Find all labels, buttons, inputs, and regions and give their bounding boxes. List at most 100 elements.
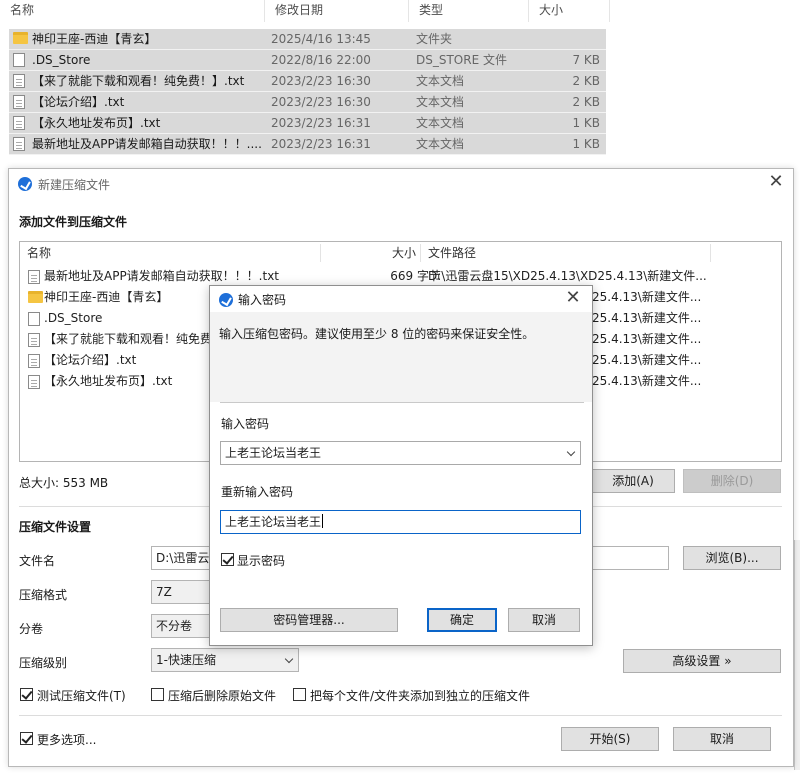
column-date[interactable]: 修改日期	[265, 0, 409, 22]
file-row[interactable]: .DS_Store 2022/8/16 22:00 DS_STORE 文件 7 KB	[9, 50, 606, 71]
list-item-path: 25.4.13\新建文件...	[592, 290, 702, 304]
file-date: 2022/8/16 22:00	[271, 53, 371, 67]
text-file-icon	[28, 375, 40, 389]
column-separator	[420, 244, 421, 262]
app-logo-icon	[219, 293, 233, 307]
file-name: .DS_Store	[32, 53, 91, 67]
window-title: 新建压缩文件	[38, 178, 111, 192]
dialog-title: 输入密码	[238, 293, 287, 307]
file-date: 2023/2/23 16:31	[271, 137, 371, 151]
format-label: 压缩格式	[19, 588, 68, 602]
filename-label: 文件名	[19, 554, 56, 568]
settings-section-title: 压缩文件设置	[19, 520, 92, 534]
chevron-down-icon[interactable]	[566, 447, 576, 457]
file-type: 文本文档	[416, 95, 465, 109]
file-size: 2 KB	[572, 74, 600, 88]
list-item-name: 最新地址及APP请发邮箱自动获取！！！.txt	[44, 269, 280, 283]
list-column-name[interactable]: 名称	[27, 242, 51, 264]
level-select[interactable]: 1-快速压缩	[151, 648, 299, 672]
reenter-password-input[interactable]: 上老王论坛当老王	[220, 510, 581, 534]
list-item-path: 25.4.13\新建文件...	[592, 332, 702, 346]
window-titlebar[interactable]: 新建压缩文件 ✕	[9, 169, 793, 199]
file-row[interactable]: 神印王座-西迪【青玄】 2025/4/16 13:45 文件夹	[9, 29, 606, 50]
file-row[interactable]: 【永久地址发布页】.txt 2023/2/23 16:31 文本文档 1 KB	[9, 113, 606, 134]
file-type: 文本文档	[416, 116, 465, 130]
cancel-button[interactable]: 取消	[673, 727, 771, 751]
level-label: 压缩级别	[19, 656, 68, 670]
text-file-icon	[13, 74, 25, 88]
reenter-password-label: 重新输入密码	[221, 485, 294, 499]
blank-file-icon	[28, 312, 40, 326]
text-file-icon	[28, 270, 40, 284]
delete-source-label[interactable]: 压缩后删除原始文件	[168, 687, 276, 704]
separate-archives-label[interactable]: 把每个文件/文件夹添加到独立的压缩文件	[310, 687, 530, 704]
file-name: 神印王座-西迪【青玄】	[32, 32, 157, 46]
level-value: 1-快速压缩	[156, 653, 216, 667]
reenter-password-value: 上老王论坛当老王	[225, 515, 322, 529]
file-name: 【永久地址发布页】.txt	[32, 116, 161, 130]
text-file-icon	[13, 137, 25, 151]
list-item-path: 25.4.13\新建文件...	[592, 311, 702, 325]
ok-button[interactable]: 确定	[427, 608, 497, 632]
list-item-name: 【论坛介绍】.txt	[44, 353, 137, 367]
delete-button[interactable]: 删除(D)	[683, 469, 781, 493]
list-item-path: D:\迅雷云盘15\XD25.4.13\XD25.4.13\新建文件...	[428, 269, 707, 283]
file-type: DS_STORE 文件	[416, 53, 507, 67]
file-explorer: 名称 修改日期 类型 大小 神印王座-西迪【青玄】 2025/4/16 13:45…	[0, 0, 800, 168]
text-caret	[322, 514, 324, 528]
list-item-path: 25.4.13\新建文件...	[592, 374, 702, 388]
show-password-checkbox[interactable]	[221, 553, 234, 566]
divider	[19, 715, 782, 716]
chevron-down-icon	[284, 654, 294, 664]
dialog-cancel-button[interactable]: 取消	[508, 608, 580, 632]
column-type[interactable]: 类型	[409, 0, 529, 22]
more-options-checkbox[interactable]	[20, 732, 33, 745]
explorer-file-list: 神印王座-西迪【青玄】 2025/4/16 13:45 文件夹 .DS_Store 2…	[9, 29, 606, 155]
advanced-settings-button[interactable]: 高级设置 »	[623, 649, 781, 673]
list-column-size[interactable]: 大小	[392, 242, 416, 264]
test-archive-label[interactable]: 测试压缩文件(T)	[37, 687, 126, 704]
list-item-path: 25.4.13\新建文件...	[592, 353, 702, 367]
file-row[interactable]: 【来了就能下载和观看！纯免费！】.txt 2023/2/23 16:30 文本文档 2…	[9, 71, 606, 92]
app-logo-icon	[18, 177, 32, 191]
column-name[interactable]: 名称	[0, 0, 265, 22]
show-password-label[interactable]: 显示密码	[237, 552, 285, 569]
file-name: 【来了就能下载和观看！纯免费！】.txt	[32, 74, 245, 88]
separate-archives-checkbox[interactable]	[293, 688, 306, 701]
test-archive-checkbox[interactable]	[20, 688, 33, 701]
add-button[interactable]: 添加(A)	[591, 469, 675, 493]
close-icon[interactable]: ✕	[562, 288, 584, 310]
file-name: 最新地址及APP请发邮箱自动获取！！！....	[32, 137, 262, 151]
file-size: 1 KB	[572, 137, 600, 151]
file-size: 2 KB	[572, 95, 600, 109]
browse-button[interactable]: 浏览(B)...	[683, 546, 781, 570]
start-button[interactable]: 开始(S)	[561, 727, 659, 751]
file-row[interactable]: 最新地址及APP请发邮箱自动获取！！！.... 2023/2/23 16:31 文本…	[9, 134, 606, 155]
file-date: 2023/2/23 16:31	[271, 116, 371, 130]
more-options-label[interactable]: 更多选项...	[37, 731, 96, 748]
file-row[interactable]: 【论坛介绍】.txt 2023/2/23 16:30 文本文档 2 KB	[9, 92, 606, 113]
password-label: 输入密码	[221, 417, 270, 431]
list-item[interactable]: 最新地址及APP请发邮箱自动获取！！！.txt 669 字节 D:\迅雷云盘15\X…	[20, 266, 781, 287]
dialog-hint-text: 输入压缩包密码。建议使用至少 8 位的密码来保证安全性。	[219, 327, 535, 341]
file-size: 1 KB	[572, 116, 600, 130]
text-file-icon	[13, 95, 25, 109]
file-type: 文本文档	[416, 137, 465, 151]
list-item-name: 【永久地址发布页】.txt	[44, 374, 173, 388]
password-input[interactable]: 上老王论坛当老王	[220, 441, 581, 465]
file-date: 2023/2/23 16:30	[271, 74, 371, 88]
column-size[interactable]: 大小	[529, 0, 610, 22]
list-column-path[interactable]: 文件路径	[428, 242, 476, 264]
column-separator	[710, 244, 711, 262]
folder-icon	[28, 291, 43, 303]
password-manager-button[interactable]: 密码管理器...	[220, 608, 398, 632]
format-value: 7Z	[156, 585, 172, 599]
text-file-icon	[13, 116, 25, 130]
split-value: 不分卷	[156, 619, 193, 633]
dialog-hint-panel: 输入压缩包密码。建议使用至少 8 位的密码来保证安全性。	[210, 312, 592, 402]
close-icon[interactable]: ✕	[765, 172, 787, 194]
file-type: 文件夹	[416, 32, 453, 46]
delete-source-checkbox[interactable]	[151, 688, 164, 701]
list-item-name: 【来了就能下载和观看！纯免费	[44, 332, 213, 346]
file-date: 2025/4/16 13:45	[271, 32, 371, 46]
